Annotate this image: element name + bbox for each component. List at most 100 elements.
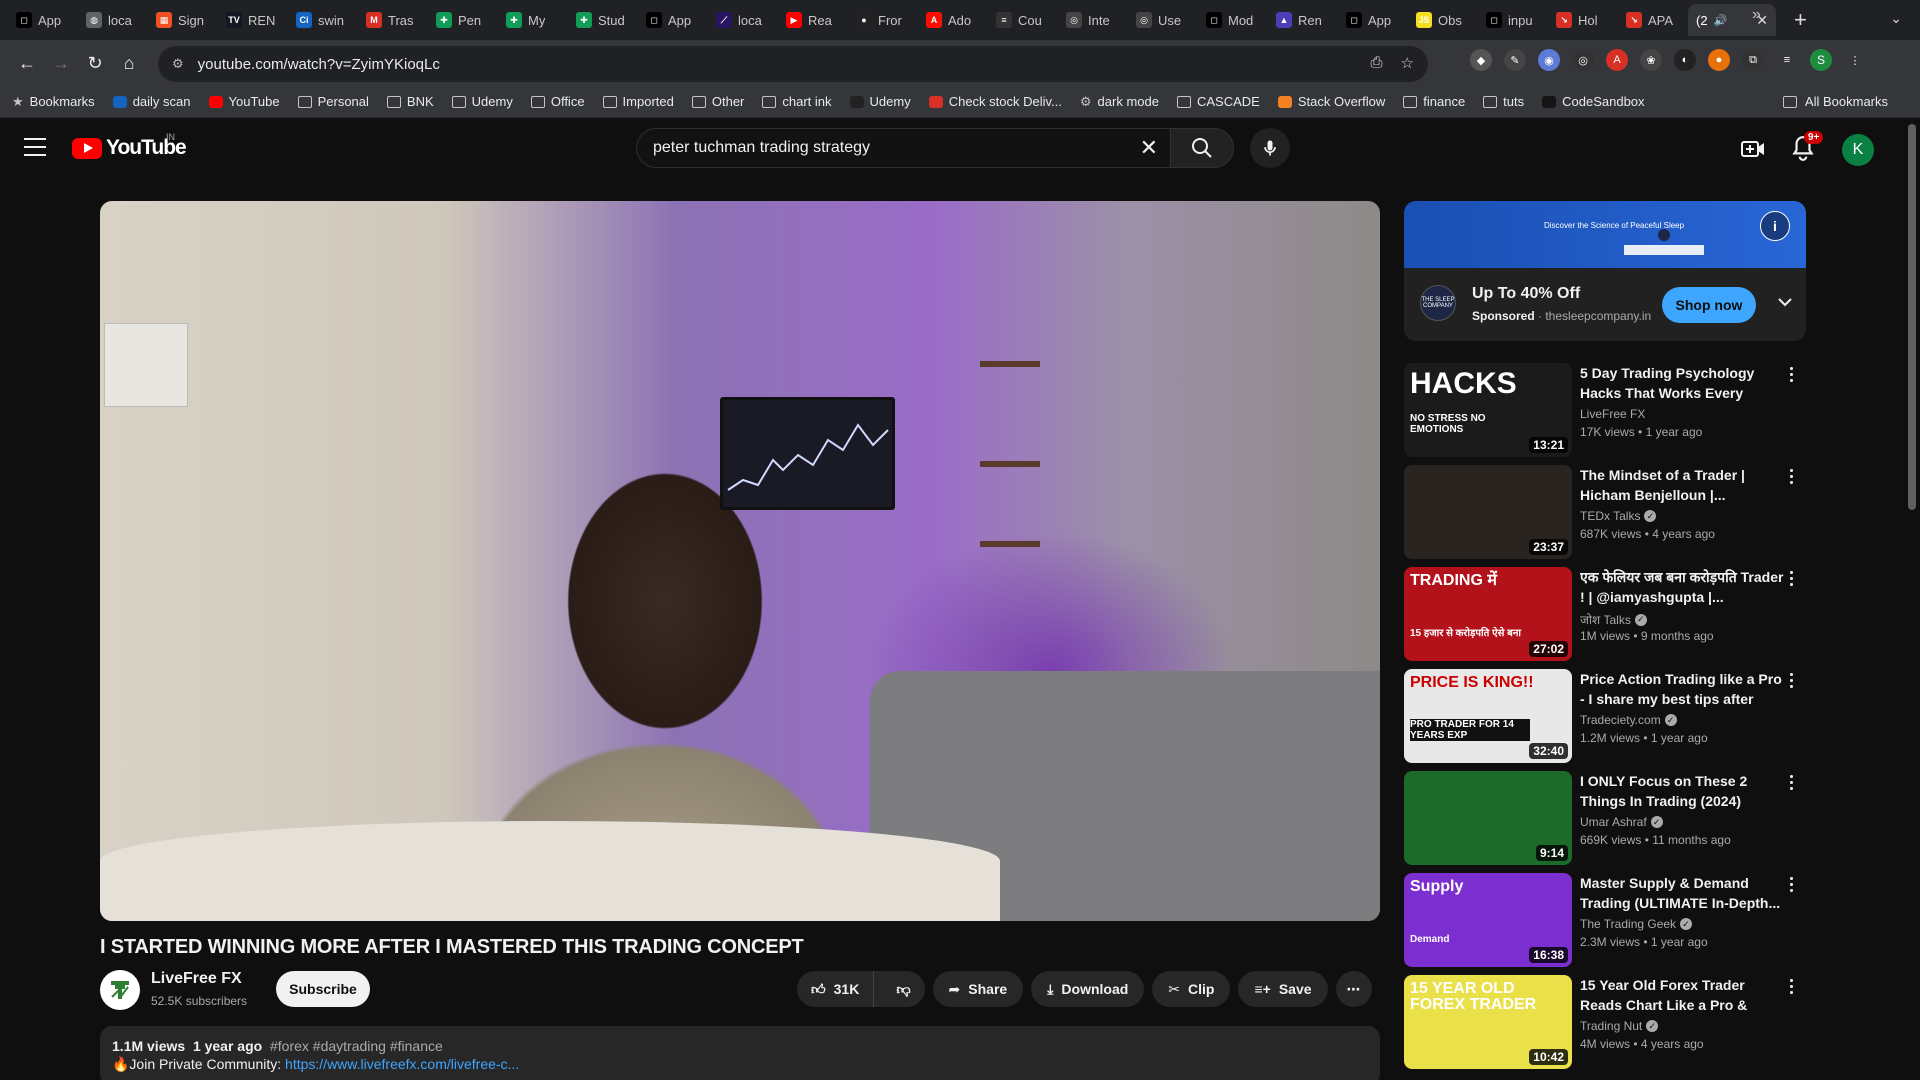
audio-playing-icon[interactable]: 🔊	[1714, 14, 1728, 27]
browser-tab[interactable]: JS Obs	[1408, 4, 1478, 36]
video-channel[interactable]: The Trading Geek ✓	[1580, 917, 1693, 931]
extension-icon[interactable]: ✎	[1504, 49, 1526, 71]
bookmark-item[interactable]: finance	[1403, 94, 1465, 109]
more-vertical-icon[interactable]	[1790, 979, 1794, 994]
video-title[interactable]: एक फेलियर जब बना करोड़पति Trader ! | @ia…	[1580, 567, 1784, 607]
account-avatar[interactable]: K	[1842, 134, 1874, 166]
browser-tab[interactable]: ◻ App	[638, 4, 708, 36]
chevron-down-icon[interactable]	[1776, 293, 1794, 316]
bookmark-item[interactable]: CASCADE	[1176, 94, 1260, 109]
profile-avatar[interactable]: S	[1810, 49, 1832, 71]
video-channel[interactable]: Umar Ashraf ✓	[1580, 815, 1663, 829]
video-channel[interactable]: जोश Talks ✓	[1580, 611, 1647, 628]
browser-tab[interactable]: ↘ Hol	[1548, 4, 1618, 36]
channel-name[interactable]: LiveFree FX	[151, 970, 242, 988]
browser-tab[interactable]: ✚ My	[498, 4, 568, 36]
browser-tab[interactable]: ◻ Mod	[1198, 4, 1268, 36]
recommended-video[interactable]: 9:14 I ONLY Focus on These 2 Things In T…	[1404, 771, 1806, 865]
install-app-icon[interactable]: ⎙	[1371, 54, 1383, 72]
bookmark-item[interactable]: CodeSandbox	[1542, 94, 1645, 109]
bookmark-item[interactable]: Imported	[602, 94, 674, 109]
like-button[interactable]: 👍︎ 31K	[797, 971, 875, 1007]
more-vertical-icon[interactable]	[1790, 877, 1794, 892]
reading-list-icon[interactable]: ≡	[1776, 49, 1798, 71]
bookmark-item[interactable]: tuts	[1483, 94, 1524, 109]
tab-search-chevron-icon[interactable]: ⌄	[1890, 10, 1902, 27]
bookmark-item[interactable]: daily scan	[112, 94, 191, 109]
video-thumbnail[interactable]: PRICE IS KING!! PRO TRADER FOR 14 YEARS E…	[1404, 669, 1572, 763]
description-link[interactable]: https://www.livefreefx.com/livefree-c...	[285, 1056, 519, 1072]
browser-tab[interactable]: ● Fror	[848, 4, 918, 36]
reload-button[interactable]: ↻	[78, 46, 112, 80]
extension-icon[interactable]: ●	[1708, 49, 1730, 71]
bookmark-item[interactable]: Office	[530, 94, 585, 109]
more-vertical-icon[interactable]	[1790, 367, 1794, 382]
hashtags[interactable]: #forex #daytrading #finance	[270, 1038, 443, 1054]
extension-icon[interactable]: ◐	[1674, 49, 1696, 71]
browser-tab[interactable]: M Tras	[358, 4, 428, 36]
back-button[interactable]: ←	[10, 46, 44, 80]
extension-icon[interactable]: ❀	[1640, 49, 1662, 71]
video-channel[interactable]: TEDx Talks ✓	[1580, 509, 1657, 523]
bookmark-item[interactable]: Stack Overflow	[1277, 94, 1385, 109]
more-vertical-icon[interactable]	[1790, 673, 1794, 688]
page-scrollbar[interactable]	[1908, 124, 1916, 510]
create-video-button[interactable]	[1740, 136, 1766, 167]
more-vertical-icon[interactable]	[1790, 571, 1794, 586]
download-button[interactable]: ⤓ Download	[1031, 971, 1145, 1007]
browser-tab[interactable]: ◻ App	[1338, 4, 1408, 36]
shop-now-button[interactable]: Shop now	[1662, 287, 1756, 323]
new-tab-button[interactable]: +	[1794, 7, 1807, 33]
video-title[interactable]: I ONLY Focus on These 2 Things In Tradin…	[1580, 771, 1784, 811]
extension-icon[interactable]: ◎	[1572, 49, 1594, 71]
guide-menu-icon[interactable]	[24, 138, 46, 156]
bookmark-item[interactable]: Check stock Deliv...	[928, 94, 1062, 109]
bookmark-item[interactable]: BNK	[386, 94, 434, 109]
recommended-video[interactable]: HACKS NO STRESS NO EMOTIONS 13:21 5 Day T…	[1404, 363, 1806, 457]
more-actions-button[interactable]: ⋯	[1335, 971, 1372, 1007]
sponsored-ad[interactable]: Discover the Science of Peaceful Sleep i…	[1404, 201, 1806, 341]
bookmark-item[interactable]: ⚙ dark mode	[1080, 94, 1159, 110]
more-vertical-icon[interactable]	[1790, 469, 1794, 484]
video-thumbnail[interactable]: HACKS NO STRESS NO EMOTIONS 13:21	[1404, 363, 1572, 457]
bookmarks-overflow-button[interactable]: »	[1752, 6, 1761, 24]
browser-tab[interactable]: ▦ Sign	[148, 4, 218, 36]
ad-banner-image[interactable]: Discover the Science of Peaceful Sleep i	[1404, 201, 1806, 268]
browser-tab[interactable]: ⟋ loca	[708, 4, 778, 36]
browser-tab-active[interactable]: (2 🔊 ✕	[1688, 4, 1776, 36]
recommended-video[interactable]: TRADING में 15 हजार से करोड़पति ऐसे बना 2…	[1404, 567, 1806, 661]
puzzle-icon[interactable]: ⧉	[1742, 49, 1764, 71]
browser-tab[interactable]: ▲ Ren	[1268, 4, 1338, 36]
bookmark-item[interactable]: Udemy	[849, 94, 911, 109]
video-channel[interactable]: Tradeciety.com ✓	[1580, 713, 1677, 727]
channel-avatar[interactable]	[100, 970, 140, 1010]
browser-tab[interactable]: A Ado	[918, 4, 988, 36]
browser-tab[interactable]: ◻ App	[8, 4, 78, 36]
video-description[interactable]: 1.1M views 1 year ago #forex #daytrading…	[100, 1026, 1380, 1080]
browser-tab[interactable]: ◎ Inte	[1058, 4, 1128, 36]
extension-icon[interactable]: ◆	[1470, 49, 1492, 71]
bookmark-item[interactable]: ★ Bookmarks	[12, 94, 95, 110]
browser-tab[interactable]: ◍ loca	[78, 4, 148, 36]
recommended-video[interactable]: 15 YEAR OLD FOREX TRADER 10:42 15 Year O…	[1404, 975, 1806, 1069]
recommended-video[interactable]: Supply Demand 16:38 Master Supply & Deman…	[1404, 873, 1806, 967]
clip-button[interactable]: ✂ Clip	[1152, 971, 1231, 1007]
video-thumbnail[interactable]: Supply Demand 16:38	[1404, 873, 1572, 967]
voice-search-button[interactable]	[1250, 128, 1290, 168]
video-thumbnail[interactable]: TRADING में 15 हजार से करोड़पति ऐसे बना 2…	[1404, 567, 1572, 661]
recommended-video[interactable]: 23:37 The Mindset of a Trader | Hicham B…	[1404, 465, 1806, 559]
browser-tab[interactable]: ✚ Pen	[428, 4, 498, 36]
browser-tab[interactable]: ▶ Rea	[778, 4, 848, 36]
video-title[interactable]: The Mindset of a Trader | Hicham Benjell…	[1580, 465, 1784, 505]
forward-button[interactable]: →	[44, 46, 78, 80]
clear-search-icon[interactable]: ✕	[1140, 135, 1158, 161]
video-player[interactable]	[100, 201, 1380, 921]
site-info-icon[interactable]: ⚙	[172, 56, 184, 72]
bookmark-item[interactable]: Udemy	[451, 94, 513, 109]
search-button[interactable]	[1170, 128, 1234, 168]
search-input[interactable]	[653, 139, 1113, 157]
video-title[interactable]: Price Action Trading like a Pro - I shar…	[1580, 669, 1784, 709]
video-title[interactable]: 15 Year Old Forex Trader Reads Chart Lik…	[1580, 975, 1784, 1015]
video-channel[interactable]: LiveFree FX	[1580, 407, 1645, 421]
recommended-video[interactable]: PRICE IS KING!! PRO TRADER FOR 14 YEARS E…	[1404, 669, 1806, 763]
